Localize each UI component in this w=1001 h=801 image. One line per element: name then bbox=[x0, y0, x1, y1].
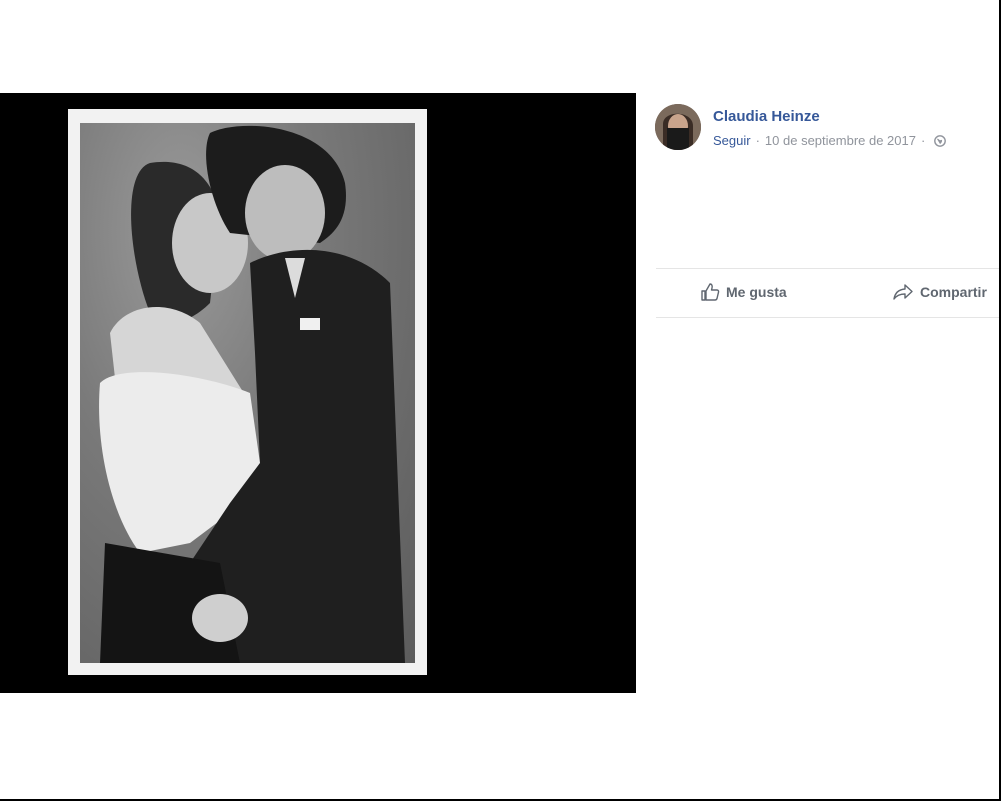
share-arrow-icon bbox=[892, 282, 914, 302]
author-name[interactable]: Claudia Heinze bbox=[713, 108, 820, 125]
like-label: Me gusta bbox=[726, 284, 787, 300]
globe-icon[interactable] bbox=[934, 135, 947, 150]
share-label: Compartir bbox=[920, 284, 987, 300]
follow-link[interactable]: Seguir bbox=[713, 133, 751, 148]
avatar[interactable] bbox=[655, 104, 701, 150]
post-photo bbox=[80, 123, 415, 663]
post-actions-bar: Me gusta Compartir bbox=[656, 268, 999, 318]
like-button[interactable]: Me gusta bbox=[700, 282, 787, 302]
post-sidebar: Claudia Heinze Seguir · 10 de septiembre d… bbox=[636, 93, 999, 693]
photo-viewer[interactable] bbox=[0, 93, 636, 693]
meta-separator: · bbox=[755, 133, 760, 148]
meta-separator: · bbox=[920, 133, 926, 148]
photo-print bbox=[68, 109, 427, 675]
thumbs-up-icon bbox=[700, 282, 720, 302]
post-meta: Seguir · 10 de septiembre de 2017 · bbox=[713, 133, 947, 150]
share-button[interactable]: Compartir bbox=[892, 282, 987, 302]
post-date[interactable]: 10 de septiembre de 2017 bbox=[765, 133, 916, 148]
avatar-image bbox=[655, 104, 701, 150]
